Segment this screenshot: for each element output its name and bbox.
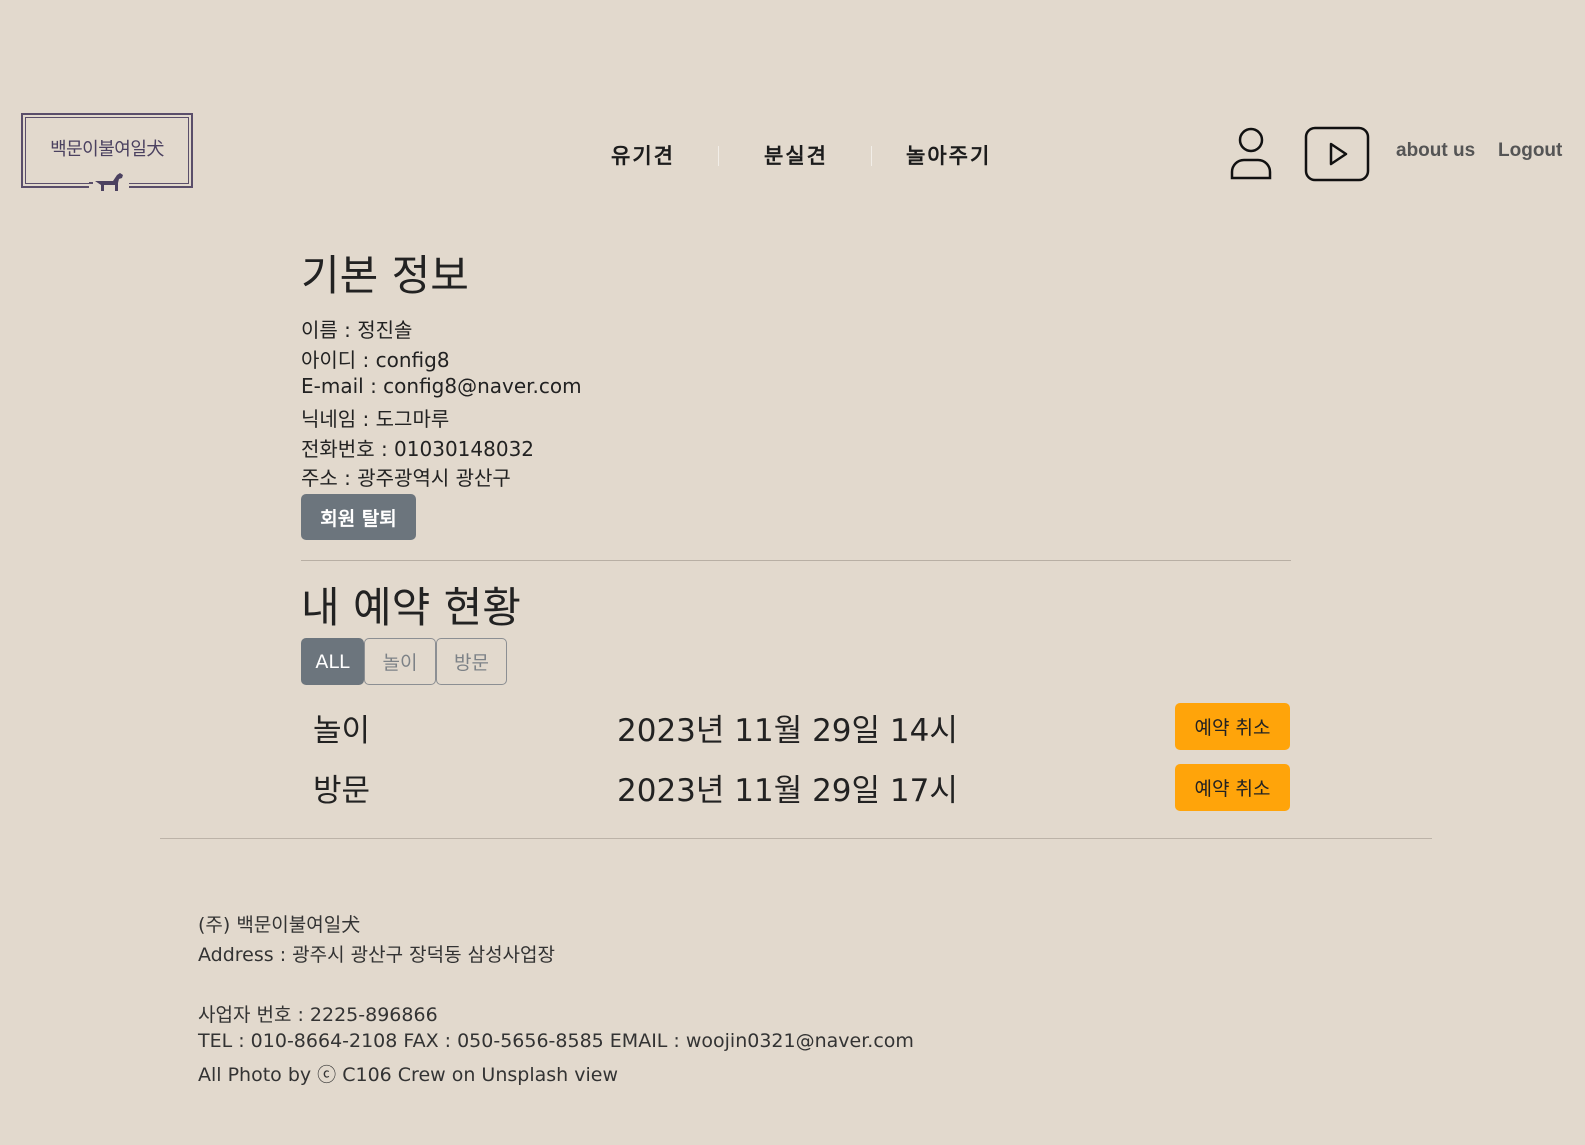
nav-separator xyxy=(871,146,872,166)
info-id: 아이디 : config8 xyxy=(301,348,450,372)
filter-all-button[interactable]: ALL xyxy=(301,638,364,685)
reservation-type: 놀이 xyxy=(313,713,371,749)
info-nickname: 닉네임 : 도그마루 xyxy=(301,407,450,431)
reservation-datetime: 2023년 11월 29일 14시 xyxy=(617,713,958,749)
withdraw-button[interactable]: 회원 탈퇴 xyxy=(301,494,416,540)
filter-visit-button[interactable]: 방문 xyxy=(436,638,507,685)
nav-item-play[interactable]: 놀아주기 xyxy=(906,140,991,170)
about-us-link[interactable]: about us xyxy=(1396,140,1475,162)
filter-play-button[interactable]: 놀이 xyxy=(364,638,436,685)
nav-separator xyxy=(718,146,719,166)
info-name: 이름 : 정진솔 xyxy=(301,318,413,342)
user-icon[interactable] xyxy=(1226,126,1276,182)
dog-icon xyxy=(89,165,129,201)
footer-address: Address : 광주시 광산구 장덕동 삼성사업장 xyxy=(198,944,555,966)
section-divider xyxy=(301,560,1291,561)
info-email: E-mail : config8@naver.com xyxy=(301,374,582,398)
footer-business-number: 사업자 번호 : 2225-896866 xyxy=(198,1004,438,1026)
basic-info-title: 기본 정보 xyxy=(301,251,469,300)
footer-photo-credit: All Photo by ⓒ C106 Crew on Unsplash vie… xyxy=(198,1064,618,1086)
nav-item-abandoned-dogs[interactable]: 유기견 xyxy=(611,140,675,170)
footer-company: (주) 백문이불여일犬 xyxy=(198,914,361,936)
info-phone: 전화번호 : 01030148032 xyxy=(301,437,535,461)
cancel-reservation-button[interactable]: 예약 취소 xyxy=(1175,703,1290,750)
info-address: 주소 : 광주광역시 광산구 xyxy=(301,466,511,490)
cancel-reservation-button[interactable]: 예약 취소 xyxy=(1175,764,1290,811)
youtube-play-icon[interactable] xyxy=(1304,126,1370,182)
reservations-title: 내 예약 현황 xyxy=(301,583,521,632)
logout-link[interactable]: Logout xyxy=(1498,140,1562,162)
footer-divider xyxy=(160,838,1432,839)
nav-item-lost-dogs[interactable]: 분실견 xyxy=(764,140,828,170)
footer-contact: TEL : 010-8664-2108 FAX : 050-5656-8585 … xyxy=(198,1030,914,1052)
reservation-type: 방문 xyxy=(313,773,371,809)
reservation-datetime: 2023년 11월 29일 17시 xyxy=(617,773,958,809)
my-page: 백문이불여일犬 유기견 분실견 놀아주기 about us Logout 기본 … xyxy=(0,0,1585,1145)
